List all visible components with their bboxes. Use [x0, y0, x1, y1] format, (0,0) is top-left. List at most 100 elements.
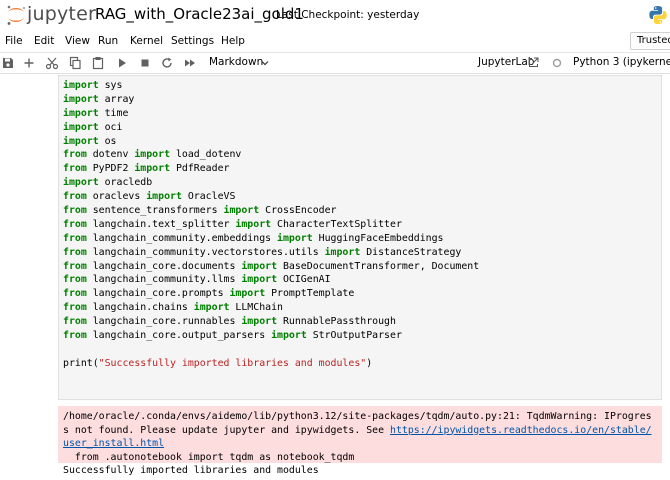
code-keyword: import [146, 191, 182, 203]
app-header: jupyter RAG_with_Oracle23ai_gold1 Last C… [0, 0, 670, 32]
code-keyword: from [63, 191, 87, 203]
code-text: langchain.chains [86, 302, 194, 314]
code-keyword: import [134, 163, 171, 175]
code-keyword: import [271, 330, 307, 342]
save-icon[interactable] [1, 56, 15, 70]
code-keyword: import [241, 260, 278, 272]
menu-run[interactable]: Run [98, 35, 118, 47]
paste-icon[interactable] [91, 56, 105, 70]
code-keyword: from [63, 260, 87, 272]
stderr-line: user_install.html [63, 437, 164, 451]
code-text: os [98, 135, 117, 147]
code-text: LLMChain [229, 302, 283, 314]
code-text: ) [366, 357, 373, 369]
last-checkpoint: Last Checkpoint: yesterday [276, 9, 420, 21]
code-line: import time [63, 107, 479, 121]
code-line: import os [63, 135, 479, 149]
restart-icon[interactable] [160, 56, 174, 70]
notebook-title[interactable]: RAG_with_Oracle23ai_gold1 [95, 5, 304, 23]
code-keyword: from [63, 205, 87, 217]
ipywidgets-install-link-continued[interactable]: user_install.html [63, 438, 164, 449]
code-cell-source[interactable]: import sys import array import time import … [63, 79, 479, 371]
menu-file[interactable]: File [5, 35, 23, 47]
code-text: OCIGenAI [277, 274, 331, 286]
code-line: ​ [63, 343, 479, 357]
code-text: oraclevs [86, 191, 147, 203]
code-keyword: import [63, 121, 99, 133]
code-line: from langchain.text_splitter import Char… [63, 218, 479, 232]
code-line: from langchain_core.documents import Bas… [63, 260, 479, 274]
fast-forward-icon[interactable] [183, 56, 197, 70]
code-keyword: from [63, 232, 87, 244]
code-keyword: from [63, 149, 87, 161]
code-keyword: import [134, 149, 171, 161]
menu-edit[interactable]: Edit [34, 35, 54, 47]
cell-type-select[interactable]: Markdown [209, 56, 263, 68]
menu-help[interactable]: Help [221, 35, 245, 47]
menu-settings[interactable]: Settings [171, 35, 214, 47]
code-keyword: from [63, 316, 87, 328]
code-keyword: import [63, 135, 99, 147]
code-keyword: import [241, 316, 278, 328]
code-text: langchain_core.runnables [86, 316, 242, 328]
code-line: from langchain_core.prompts import Promp… [63, 287, 479, 301]
stderr-text: s not found. Please update jupyter and i… [63, 424, 390, 436]
code-line: from langchain_community.vectorstores.ut… [63, 246, 479, 260]
code-keyword: import [277, 232, 313, 244]
code-text: langchain_core.documents [86, 260, 242, 272]
code-line: from langchain_core.output_parsers impor… [63, 329, 479, 343]
trusted-indicator[interactable]: Trusted [630, 32, 670, 50]
chevron-down-icon[interactable] [260, 58, 270, 68]
copy-icon[interactable] [68, 56, 82, 70]
stderr-line: /home/oracle/.conda/envs/aidemo/lib/pyth… [63, 411, 652, 422]
code-keyword: from [63, 274, 87, 286]
code-line: from sentence_transformers import CrossE… [63, 204, 479, 218]
cut-icon[interactable] [45, 56, 59, 70]
code-keyword: import [63, 80, 99, 91]
code-keyword: from [63, 246, 87, 258]
python-logo-icon [649, 6, 667, 24]
code-text: oracledb [98, 177, 153, 189]
code-keyword: from [63, 163, 87, 175]
kernel-name[interactable]: Python 3 (ipykernel) [573, 56, 670, 68]
code-keyword: import [324, 246, 361, 258]
code-text: CrossEncoder [259, 205, 337, 217]
code-keyword: from [63, 302, 87, 314]
code-line: from oraclevs import OracleVS [63, 190, 479, 204]
code-line: import sys [63, 79, 479, 93]
code-text: StrOutputParser [306, 330, 402, 342]
external-link-icon[interactable] [528, 57, 539, 68]
jupyter-logo-text[interactable]: jupyter [27, 3, 96, 25]
add-cell-icon[interactable] [22, 56, 36, 70]
code-text: langchain_community.vectorstores.utils [86, 246, 325, 258]
code-text: PromptTemplate [265, 288, 355, 300]
menu-kernel[interactable]: Kernel [130, 35, 163, 47]
jupyter-logo-icon [7, 5, 25, 25]
code-text: langchain_community.llms [86, 274, 242, 286]
code-text: sentence_transformers [86, 205, 224, 217]
notebook-toolbar: Markdown JupyterLab Python 3 (ipykernel) [0, 52, 670, 74]
stderr-line: s not found. Please update jupyter and i… [63, 424, 652, 438]
run-icon[interactable] [115, 56, 129, 70]
code-text: langchain_community.embeddings [86, 232, 278, 244]
code-keyword: import [229, 288, 266, 300]
kernel-status-icon [552, 58, 562, 68]
code-keyword: import [241, 274, 278, 286]
ipywidgets-install-link[interactable]: https://ipywidgets.readthedocs.io/en/sta… [390, 425, 652, 436]
cell-prompt-gutter[interactable] [0, 74, 58, 480]
code-line: from langchain.chains import LLMChain [63, 301, 479, 315]
code-keyword: import [193, 302, 230, 314]
code-keyword: from [63, 330, 87, 342]
code-text: PyPDF2 [86, 163, 135, 175]
code-keyword: import [63, 93, 99, 105]
code-text: dotenv [86, 149, 135, 161]
code-line: import array [63, 93, 479, 107]
code-text: OracleVS [181, 191, 236, 203]
menu-view[interactable]: View [65, 35, 90, 47]
code-text: print( [63, 357, 99, 369]
code-text: DistanceStrategy [360, 246, 462, 258]
stop-icon[interactable] [138, 56, 152, 70]
code-keyword: import [63, 107, 99, 119]
open-jupyterlab-link[interactable]: JupyterLab [478, 56, 534, 68]
menu-bar: File Edit View Run Kernel Settings Help [0, 32, 670, 52]
